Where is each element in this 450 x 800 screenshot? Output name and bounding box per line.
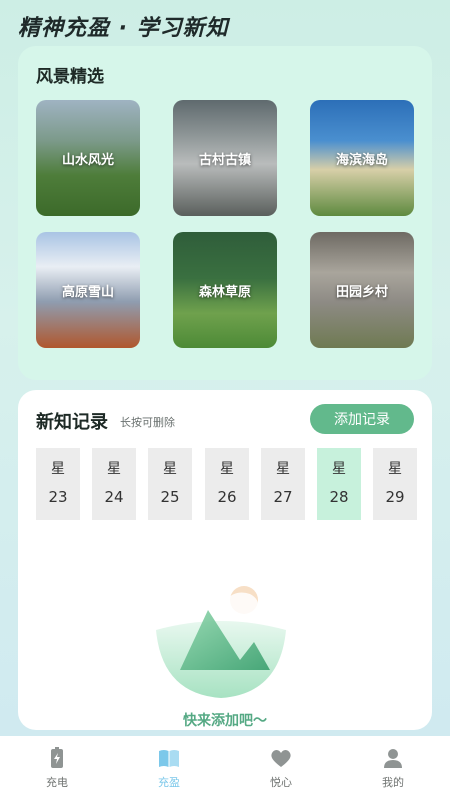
scenery-title: 风景精选 (36, 67, 104, 87)
day-date: 25 (160, 488, 180, 506)
battery-icon (51, 747, 63, 768)
book-icon (159, 750, 179, 767)
scenery-item-label: 高原雪山 (61, 284, 114, 300)
tab-charge[interactable]: 充电 (27, 746, 87, 790)
day-item[interactable]: 星 24 (92, 448, 136, 520)
bottom-tab-bar: 充电 充盈 悦心 我的 (0, 736, 450, 800)
tab-joy[interactable]: 悦心 (251, 746, 311, 790)
add-record-button[interactable]: 添加记录 (310, 404, 414, 434)
records-hint: 长按可删除 (120, 416, 175, 429)
day-week: 星 (388, 461, 402, 477)
records-title: 新知记录 (36, 412, 108, 433)
day-date: 23 (48, 488, 68, 506)
tab-fulfill[interactable]: 充盈 (139, 746, 199, 790)
page-title: 精神充盈 · 学习新知 (18, 16, 229, 41)
day-week: 星 (220, 461, 234, 477)
day-date: 27 (273, 488, 293, 506)
day-item[interactable]: 星 25 (148, 448, 192, 520)
scenery-item-ancient-town[interactable]: 古村古镇 (173, 100, 277, 216)
tab-mine[interactable]: 我的 (363, 746, 423, 790)
scenery-item-landscape[interactable]: 山水风光 (36, 100, 140, 216)
day-week: 星 (332, 461, 346, 477)
scenery-item-label: 山水风光 (61, 152, 114, 168)
day-date: 24 (104, 488, 124, 506)
records-card: 新知记录 长按可删除 添加记录 星 23 星 24 星 25 星 26 星 27… (18, 390, 432, 730)
tab-label: 充盈 (158, 776, 180, 789)
tab-label: 充电 (46, 776, 68, 789)
day-item[interactable]: 星 26 (205, 448, 249, 520)
empty-illustration-icon (156, 586, 286, 698)
scenery-item-seaside[interactable]: 海滨海岛 (310, 100, 414, 216)
scenery-item-label: 森林草原 (198, 284, 251, 300)
day-item[interactable]: 星 27 (261, 448, 305, 520)
day-week: 星 (107, 461, 121, 477)
tab-label: 我的 (382, 776, 404, 789)
day-date: 26 (217, 488, 237, 506)
scenery-item-label: 海滨海岛 (335, 152, 388, 168)
day-week: 星 (276, 461, 290, 477)
day-date: 29 (385, 488, 405, 506)
scenery-item-forest[interactable]: 森林草原 (173, 232, 277, 348)
day-item-selected[interactable]: 星 28 (317, 448, 361, 520)
scenery-item-village[interactable]: 田园乡村 (310, 232, 414, 348)
empty-state-text: 快来添加吧～ (183, 713, 267, 729)
scenery-item-label: 古村古镇 (198, 152, 251, 168)
day-week: 星 (163, 461, 177, 477)
person-icon (384, 749, 402, 768)
day-item[interactable]: 星 29 (373, 448, 417, 520)
scenery-card: 风景精选 山水风光 古村古镇 海滨海岛 高原雪山 森林草原 田园乡村 (18, 46, 432, 380)
day-item[interactable]: 星 23 (36, 448, 80, 520)
day-week: 星 (51, 461, 65, 477)
heart-icon (271, 750, 291, 767)
day-date: 28 (329, 488, 349, 506)
scenery-item-snow-mountain[interactable]: 高原雪山 (36, 232, 140, 348)
tab-label: 悦心 (270, 776, 292, 789)
scenery-item-label: 田园乡村 (335, 284, 388, 300)
